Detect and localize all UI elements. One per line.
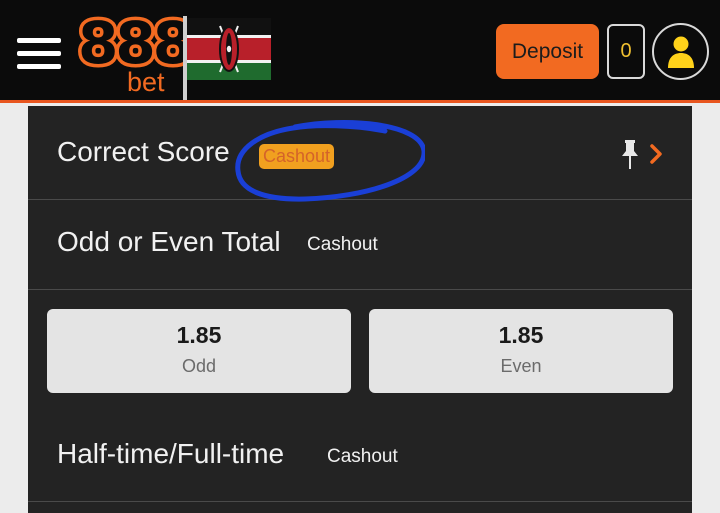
market-title: Half-time/Full-time [57, 438, 285, 469]
brand-logo[interactable]: 888 bet [74, 9, 196, 97]
odds-value: 1.85 [498, 322, 544, 348]
odds-label: Even [500, 356, 542, 376]
menu-icon[interactable] [17, 38, 61, 70]
user-icon[interactable] [652, 23, 709, 80]
market-half-time-full-time[interactable]: Half-time/Full-time Cashout [28, 408, 692, 502]
market-title: Odd or Even Total [57, 226, 281, 257]
logo-number: 888 [74, 9, 196, 78]
markets-panel: Correct Score Cashout Odd or Even Total … [28, 106, 692, 513]
deposit-button[interactable]: Deposit [496, 24, 599, 79]
cashout-badge: Cashout [259, 144, 335, 169]
top-header: 888 bet Deposit 0 [0, 0, 720, 103]
market-odd-or-even-total[interactable]: Odd or Even Total Cashout [28, 200, 692, 290]
odds-label: Odd [181, 356, 217, 376]
market-title: Correct Score [57, 136, 230, 167]
kenya-flag-icon [187, 18, 271, 80]
avatar-figure [667, 36, 694, 68]
cashout-label: Cashout [327, 446, 398, 467]
logo-suffix: bet [127, 67, 165, 97]
odds-value: 1.85 [176, 322, 222, 348]
market-correct-score[interactable]: Correct Score Cashout [28, 106, 692, 202]
pin-icon[interactable] [621, 140, 639, 170]
odds-button-even[interactable]: 1.85 Even [369, 309, 673, 393]
chevron-right-icon[interactable] [648, 143, 664, 165]
balance-display[interactable]: 0 [607, 24, 645, 79]
odds-button-odd[interactable]: 1.85 Odd [47, 309, 351, 393]
cashout-label: Cashout [307, 234, 378, 255]
